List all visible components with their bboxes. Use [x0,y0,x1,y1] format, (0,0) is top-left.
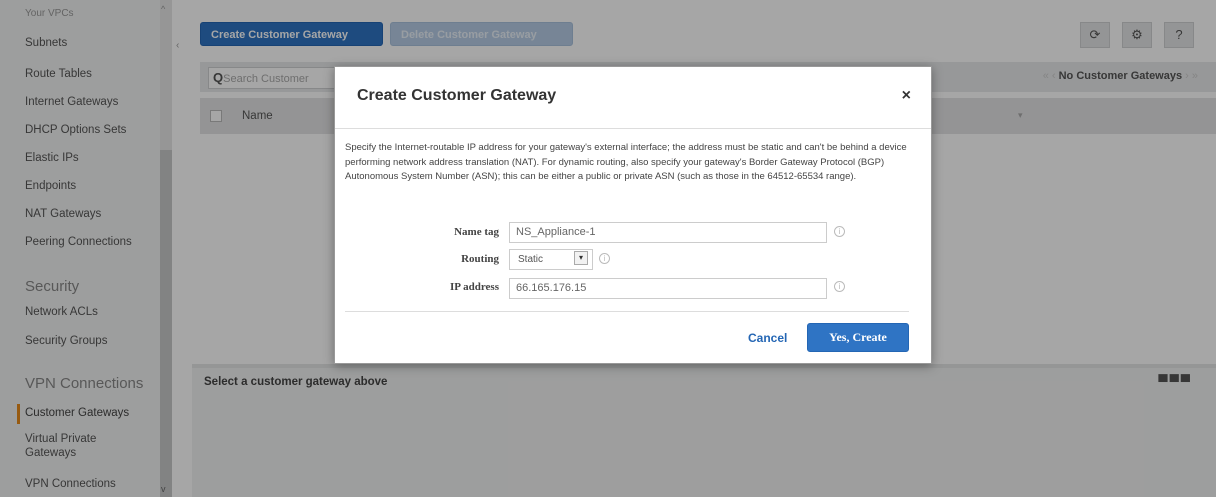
close-icon[interactable]: × [902,87,911,105]
cancel-button[interactable]: Cancel [748,331,787,345]
ip-address-info-icon[interactable]: i [834,281,845,292]
routing-label: Routing [461,253,499,265]
name-tag-input[interactable]: NS_Appliance-1 [509,222,827,243]
ip-address-input[interactable]: 66.165.176.15 [509,278,827,299]
name-tag-info-icon[interactable]: i [834,226,845,237]
create-customer-gateway-dialog: Create Customer Gateway × Specify the In… [334,66,932,364]
dialog-description: Specify the Internet-routable IP address… [345,142,907,182]
dialog-title: Create Customer Gateway [357,87,557,104]
yes-create-button[interactable]: Yes, Create [807,323,909,352]
chevron-down-icon[interactable]: ▾ [574,251,588,265]
dialog-footer-divider [345,311,909,312]
routing-info-icon[interactable]: i [599,253,610,264]
name-tag-label: Name tag [454,226,499,238]
dialog-divider [335,128,931,129]
ip-address-label: IP address [449,281,499,293]
